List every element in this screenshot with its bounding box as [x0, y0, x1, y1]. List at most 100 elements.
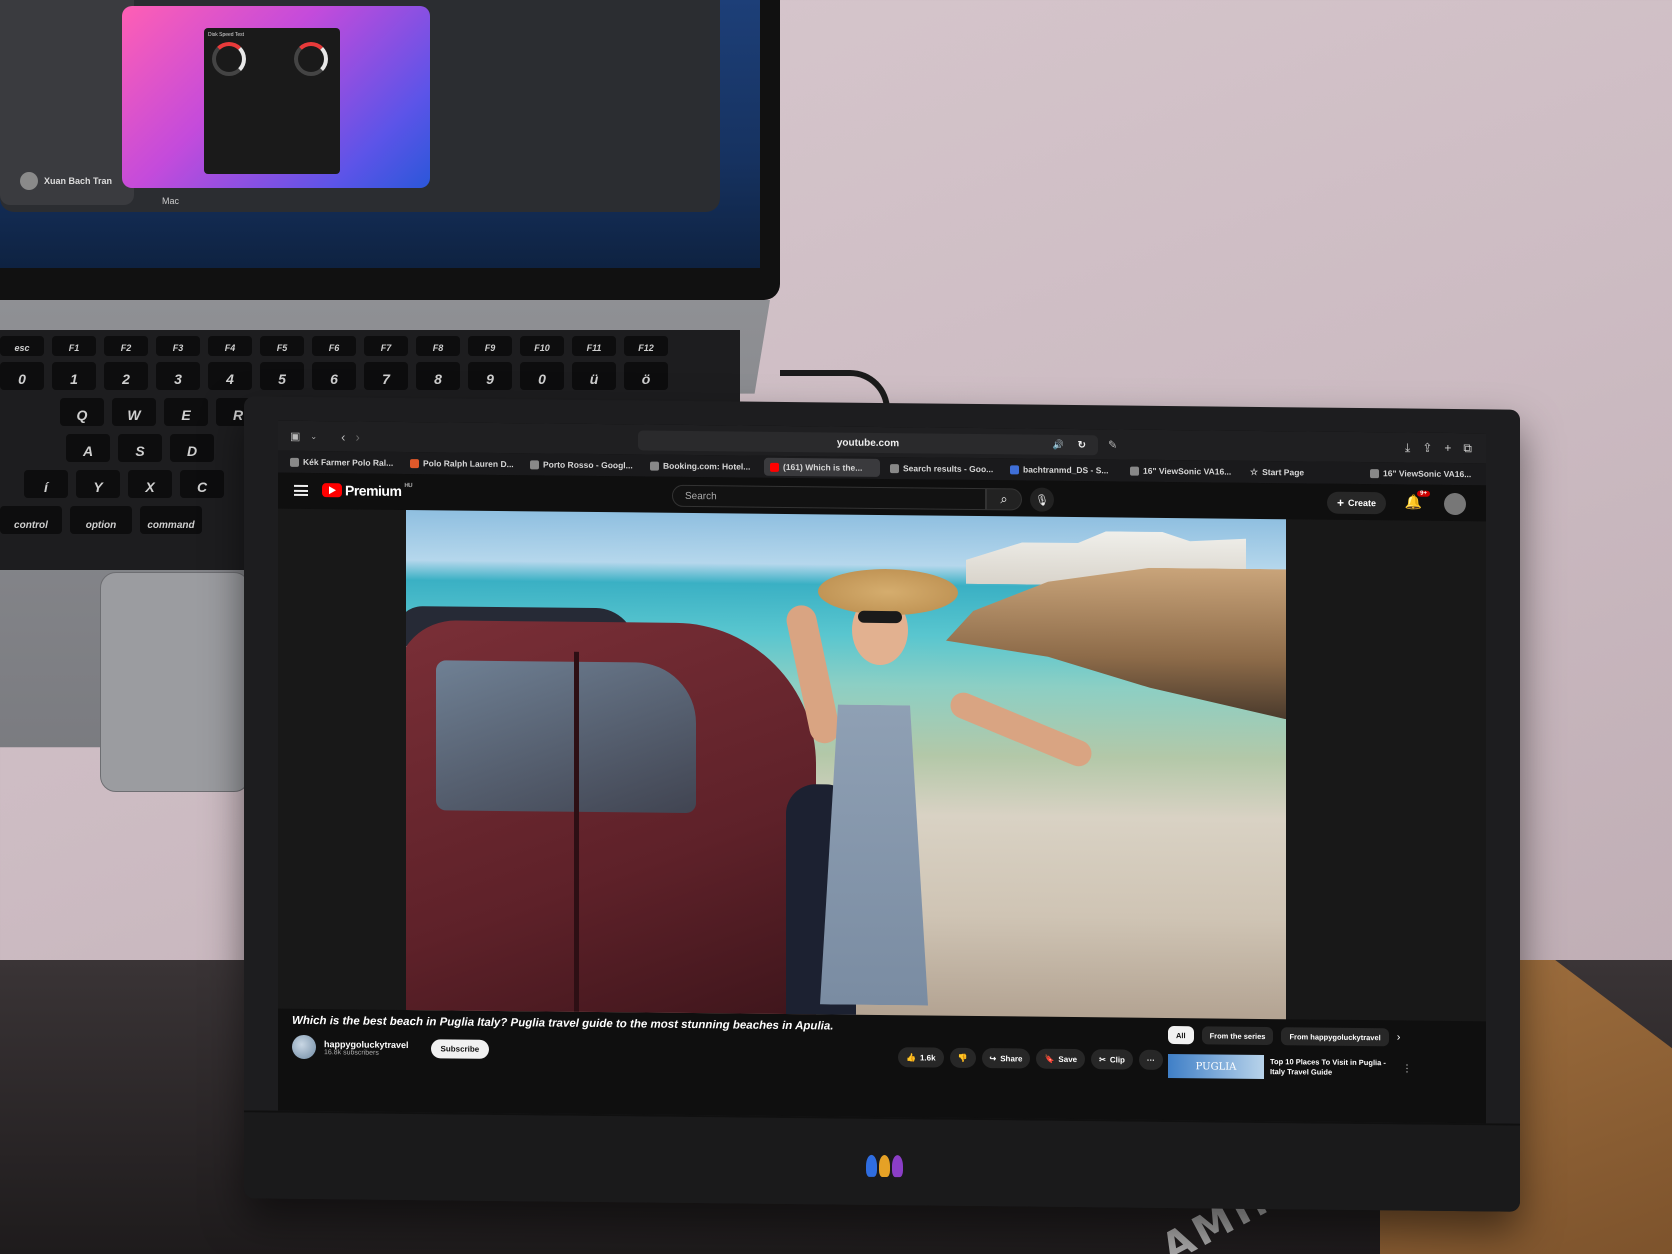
- reload-icon[interactable]: ↻: [1078, 440, 1086, 451]
- laptop-desktop: Xuan Bach Tran Disk Speed Test Mac: [0, 0, 760, 268]
- key[interactable]: Q: [60, 398, 104, 426]
- key[interactable]: 8: [416, 362, 460, 390]
- video-player[interactable]: [406, 510, 1286, 1020]
- key[interactable]: esc: [0, 336, 44, 356]
- dislike-button[interactable]: 👎: [949, 1047, 976, 1068]
- voice-search-button[interactable]: 🎙: [1030, 487, 1054, 512]
- forward-icon[interactable]: ›: [355, 429, 359, 444]
- more-options-icon[interactable]: ⋮: [1402, 1063, 1412, 1074]
- back-icon[interactable]: ‹: [341, 429, 345, 444]
- tab[interactable]: Polo Ralph Lauren D...: [404, 454, 520, 473]
- chip-from-series[interactable]: From the series: [1201, 1026, 1274, 1046]
- key[interactable]: F5: [260, 336, 304, 356]
- tab[interactable]: 16" ViewSonic VA16...: [1364, 464, 1480, 483]
- command-key[interactable]: command: [140, 506, 202, 534]
- channel-info: happygoluckytravel 16.8k subscribers: [324, 1039, 409, 1057]
- option-key[interactable]: option: [70, 506, 132, 534]
- key[interactable]: 4: [208, 362, 252, 390]
- save-button[interactable]: 🔖 Save: [1036, 1048, 1086, 1070]
- key[interactable]: ü: [572, 362, 616, 390]
- tab[interactable]: Porto Rosso - Googl...: [524, 455, 640, 474]
- address-bar[interactable]: youtube.com 🔊 ↻: [638, 430, 1098, 456]
- youtube-premium-logo[interactable]: Premium HU: [322, 482, 412, 499]
- recommended-title[interactable]: Top 10 Places To Visit in Puglia - Italy…: [1270, 1057, 1390, 1078]
- control-key[interactable]: control: [0, 506, 62, 534]
- tab-overview-icon[interactable]: ⧉: [1463, 441, 1472, 456]
- modifier-key-row: control option command: [0, 506, 202, 534]
- scissors-icon: ✂: [1099, 1054, 1106, 1064]
- video-rocks: [946, 566, 1286, 720]
- share-icon[interactable]: ⇪: [1422, 441, 1432, 456]
- key[interactable]: 0: [520, 362, 564, 390]
- key[interactable]: 9: [468, 362, 512, 390]
- search-input[interactable]: Search: [672, 484, 986, 511]
- chip-from-channel[interactable]: From happygoluckytravel: [1281, 1027, 1389, 1047]
- key[interactable]: 3: [156, 362, 200, 390]
- key[interactable]: F6: [312, 336, 356, 356]
- trackpad[interactable]: [100, 572, 250, 792]
- chevron-down-icon[interactable]: ⌄: [310, 432, 317, 441]
- tab[interactable]: ☆ Start Page: [1244, 463, 1360, 482]
- chip-all[interactable]: All: [1168, 1025, 1194, 1045]
- plus-icon: +: [1336, 495, 1344, 510]
- subscribe-button[interactable]: Subscribe: [430, 1038, 490, 1059]
- save-label: Save: [1058, 1054, 1078, 1064]
- recommended-thumbnail[interactable]: PUGLIA: [1168, 1053, 1264, 1080]
- youtube-favicon-icon: [770, 462, 779, 472]
- chevron-right-icon[interactable]: ›: [1397, 1031, 1401, 1043]
- extension-icon[interactable]: ✎: [1108, 438, 1117, 451]
- tab[interactable]: Kék Farmer Polo Ral...: [284, 453, 400, 472]
- tab-label: Booking.com: Hotel...: [663, 460, 751, 472]
- key[interactable]: F7: [364, 336, 408, 356]
- account-avatar[interactable]: [1444, 492, 1466, 516]
- key[interactable]: F10: [520, 336, 564, 356]
- tab[interactable]: 16" ViewSonic VA16...: [1124, 462, 1240, 481]
- tab-active[interactable]: (161) Which is the...: [764, 457, 880, 477]
- remote-screen-preview[interactable]: Disk Speed Test: [122, 6, 430, 188]
- clip-button[interactable]: ✂ Clip: [1091, 1049, 1133, 1070]
- tab[interactable]: Search results - Goo...: [884, 459, 1000, 478]
- audio-icon[interactable]: 🔊: [1053, 439, 1064, 450]
- key[interactable]: C: [180, 470, 224, 498]
- key[interactable]: X: [128, 470, 172, 498]
- menu-icon[interactable]: [294, 484, 308, 496]
- key[interactable]: F9: [468, 336, 512, 356]
- key[interactable]: A: [66, 434, 110, 462]
- key[interactable]: í: [24, 470, 68, 498]
- monitor-bezel-bottom: [244, 1110, 1520, 1212]
- sidebar-toggle-icon[interactable]: ▣: [290, 429, 300, 442]
- key[interactable]: W: [112, 398, 156, 426]
- search-button[interactable]: ⌕: [986, 488, 1022, 511]
- key[interactable]: 0: [0, 362, 44, 390]
- key[interactable]: 6: [312, 362, 356, 390]
- more-actions-button[interactable]: ···: [1138, 1049, 1163, 1070]
- key[interactable]: F11: [572, 336, 616, 356]
- key[interactable]: F8: [416, 336, 460, 356]
- key[interactable]: 2: [104, 362, 148, 390]
- create-button[interactable]: + Create: [1326, 491, 1386, 515]
- monitor-screen: ▣ ⌄ ‹ › youtube.com 🔊 ↻ ✎ ⤓ ⇪ + ⧉ Kék Fa…: [278, 420, 1486, 1124]
- key[interactable]: F1: [52, 336, 96, 356]
- key[interactable]: F12: [624, 336, 668, 356]
- key[interactable]: F3: [156, 336, 200, 356]
- key[interactable]: 5: [260, 362, 304, 390]
- key[interactable]: ö: [624, 362, 668, 390]
- download-icon[interactable]: ⤓: [1405, 440, 1410, 455]
- key[interactable]: S: [118, 434, 162, 462]
- like-button[interactable]: 👍 1.6k: [898, 1047, 944, 1068]
- key[interactable]: D: [170, 434, 214, 462]
- tab[interactable]: Booking.com: Hotel...: [644, 457, 760, 476]
- key[interactable]: F4: [208, 336, 252, 356]
- new-tab-icon[interactable]: +: [1444, 441, 1451, 456]
- user-chip[interactable]: Xuan Bach Tran: [20, 172, 112, 190]
- key[interactable]: Y: [76, 470, 120, 498]
- channel-avatar[interactable]: [292, 1034, 316, 1060]
- channel-name[interactable]: happygoluckytravel: [324, 1039, 409, 1050]
- key[interactable]: E: [164, 398, 208, 426]
- key[interactable]: 7: [364, 362, 408, 390]
- recommended-video[interactable]: PUGLIA Top 10 Places To Visit in Puglia …: [1168, 1053, 1412, 1081]
- key[interactable]: 1: [52, 362, 96, 390]
- share-button[interactable]: ↪ Share: [981, 1048, 1031, 1069]
- tab[interactable]: bachtranmd_DS - S...: [1004, 460, 1120, 479]
- key[interactable]: F2: [104, 336, 148, 356]
